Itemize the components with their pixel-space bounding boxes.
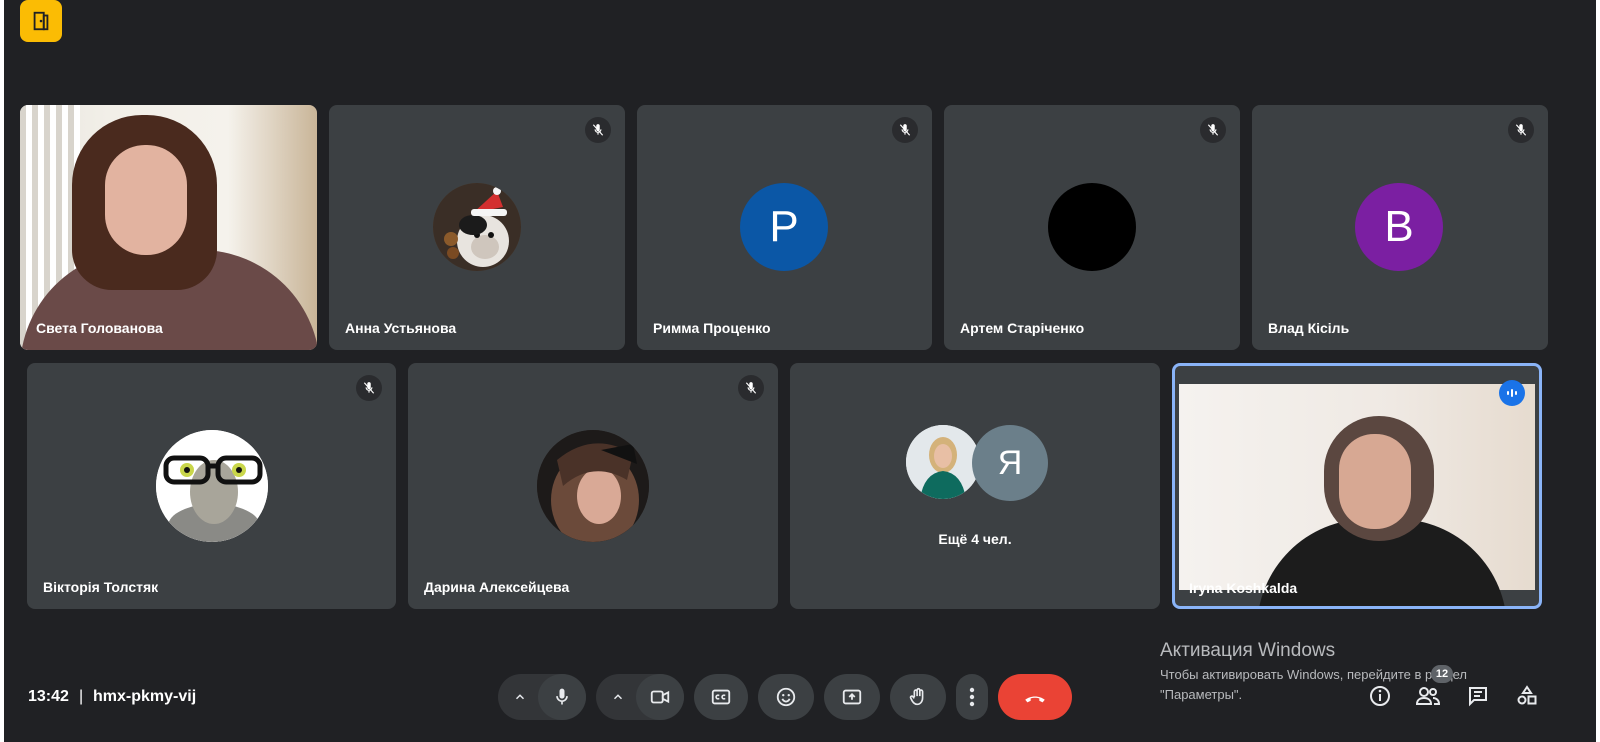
windows-activation-line: "Параметры". bbox=[1160, 687, 1243, 702]
avatar-initial: B bbox=[1384, 202, 1414, 251]
people-count-badge: 12 bbox=[1431, 665, 1453, 683]
avatar bbox=[906, 425, 980, 499]
more-options-button[interactable] bbox=[956, 674, 988, 720]
chat-icon bbox=[1469, 687, 1487, 707]
people-button[interactable] bbox=[1412, 680, 1444, 712]
participant-tile[interactable]: Дарина Алексейцева bbox=[408, 363, 778, 609]
avatar-initial: P bbox=[769, 202, 799, 251]
mic-options-button[interactable] bbox=[500, 674, 540, 720]
leave-call-button[interactable] bbox=[998, 674, 1072, 720]
info-icon bbox=[1370, 686, 1390, 706]
avatar bbox=[537, 430, 649, 542]
chevron-up-icon bbox=[613, 694, 623, 700]
participant-name: Римма Проценко bbox=[653, 320, 771, 336]
camera-button[interactable] bbox=[636, 674, 684, 720]
participant-name: Iryna Koshkalda bbox=[1189, 580, 1298, 596]
participant-name: Артем Старіченко bbox=[960, 320, 1085, 336]
hang-up-icon bbox=[1025, 696, 1045, 703]
chat-button[interactable] bbox=[1462, 680, 1494, 712]
captions-button[interactable] bbox=[694, 674, 748, 720]
mic-off-icon bbox=[585, 117, 611, 143]
screen-edge-left bbox=[0, 0, 4, 742]
participant-tile[interactable]: B Влад Кісіль bbox=[1252, 105, 1548, 350]
activities-button[interactable] bbox=[1511, 680, 1543, 712]
chevron-up-icon bbox=[515, 694, 525, 700]
emoji-icon bbox=[776, 687, 796, 707]
people-icon bbox=[1415, 687, 1441, 705]
mic-off-icon bbox=[1508, 117, 1534, 143]
meeting-details-button[interactable] bbox=[1364, 680, 1396, 712]
participant-name: Света Голованова bbox=[36, 320, 163, 336]
camera-options-button[interactable] bbox=[598, 674, 638, 720]
activities-icon bbox=[1517, 685, 1537, 705]
participant-tile[interactable]: Iryna Koshkalda bbox=[1172, 363, 1542, 609]
participant-tile[interactable]: Света Голованова bbox=[20, 105, 317, 350]
present-screen-icon bbox=[842, 689, 862, 705]
others-tile[interactable]: Я Ещё 4 чел. bbox=[790, 363, 1160, 609]
participant-name: Дарина Алексейцева bbox=[424, 579, 570, 595]
windows-activation-title: Активация Windows bbox=[1160, 640, 1336, 661]
avatar: P bbox=[740, 183, 828, 271]
participant-tile[interactable]: P Римма Проценко bbox=[637, 105, 932, 350]
person-shape bbox=[1339, 434, 1411, 529]
emoji-button[interactable] bbox=[758, 674, 814, 720]
participant-name: Вікторія Толстяк bbox=[43, 579, 159, 595]
raise-hand-button[interactable] bbox=[890, 674, 946, 720]
screen-edge-right bbox=[1596, 0, 1600, 742]
person-shape bbox=[105, 145, 187, 255]
participant-tile[interactable]: Анна Устьянова bbox=[329, 105, 625, 350]
avatar bbox=[156, 430, 268, 542]
participant-video bbox=[1179, 384, 1535, 606]
participant-tile[interactable]: Вікторія Толстяк bbox=[27, 363, 396, 609]
more-vert-icon bbox=[969, 687, 975, 707]
microphone-button[interactable] bbox=[538, 674, 586, 720]
mic-off-icon bbox=[738, 375, 764, 401]
participant-name: Анна Устьянова bbox=[345, 320, 457, 336]
others-count-label: Ещё 4 чел. bbox=[938, 531, 1012, 547]
meeting-code[interactable]: hmx-pkmy-vij bbox=[93, 688, 196, 706]
separator: | bbox=[79, 688, 84, 705]
participant-name: Влад Кісіль bbox=[1268, 320, 1350, 336]
avatar: Я bbox=[972, 425, 1048, 501]
clock: 13:42 bbox=[28, 688, 69, 705]
camera-icon bbox=[650, 690, 670, 704]
avatar bbox=[433, 183, 521, 271]
mic-off-icon bbox=[356, 375, 382, 401]
microphone-icon bbox=[556, 688, 568, 705]
speaking-indicator-icon bbox=[1499, 380, 1525, 406]
participant-video bbox=[20, 105, 317, 350]
mic-off-icon bbox=[892, 117, 918, 143]
participant-tile[interactable]: Артем Старіченко bbox=[944, 105, 1240, 350]
mic-off-icon bbox=[1200, 117, 1226, 143]
avatar-initial: Я bbox=[997, 443, 1023, 482]
present-screen-button[interactable] bbox=[824, 674, 880, 720]
avatar: B bbox=[1355, 183, 1443, 271]
hand-icon bbox=[909, 687, 924, 706]
captions-icon bbox=[711, 689, 731, 705]
door-icon[interactable] bbox=[20, 0, 62, 42]
avatar bbox=[1048, 183, 1136, 271]
